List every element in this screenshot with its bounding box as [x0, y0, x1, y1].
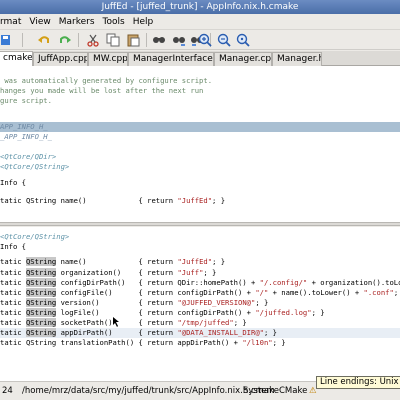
code-line: was automatically generated by configure…	[0, 76, 213, 85]
code-line: tatic QString name() { return "JuffEd"; …	[0, 257, 226, 266]
toolbar-separator	[146, 33, 147, 47]
code-line: hanges you made will be lost after the n…	[0, 86, 204, 95]
find-icon[interactable]	[152, 33, 166, 47]
tab-label: Manager.h	[277, 54, 322, 64]
menu-format[interactable]: rmat	[0, 14, 25, 30]
tab-managerinterface-h[interactable]: ManagerInterface.h	[128, 52, 214, 66]
editor-splitter[interactable]	[0, 222, 400, 226]
code-line: tatic QString configFile() { return conf…	[0, 288, 399, 297]
code-line: tatic QString logFile() { return configD…	[0, 308, 325, 317]
tab-mw-cpp[interactable]: MW.cpp	[88, 52, 128, 66]
copy-icon[interactable]	[106, 33, 120, 47]
code-line: tatic QString translationPath() { return…	[0, 338, 286, 347]
code-line: tatic QString configDirPath() { return Q…	[0, 278, 400, 287]
editor-pane-top[interactable]: was automatically generated by configure…	[0, 66, 400, 222]
line-endings-tooltip: Line endings: Unix	[316, 376, 400, 389]
tab-manager-cpp[interactable]: Manager.cpp	[214, 52, 272, 66]
cut-icon[interactable]	[86, 33, 100, 47]
code-line: tatic QString socketPath() { return "/tm…	[0, 318, 247, 327]
zoom-in-icon[interactable]	[198, 33, 212, 47]
tab-appinfo-cmake[interactable]: cmake	[0, 51, 33, 66]
menubar: rmat View Markers Tools Help	[0, 14, 400, 30]
tab-manager-h[interactable]: Manager.h	[272, 52, 322, 66]
mouse-cursor-icon	[113, 317, 119, 327]
undo-icon[interactable]	[37, 33, 51, 47]
menu-help[interactable]: Help	[129, 14, 158, 30]
menu-markers[interactable]: Markers	[55, 14, 99, 30]
tab-label: JuffApp.cpp	[38, 54, 88, 64]
tab-label: cmake	[3, 53, 33, 63]
zoom-out-icon[interactable]	[217, 33, 231, 47]
tab-juffapp-cpp[interactable]: JuffApp.cpp	[33, 52, 88, 66]
find-next-icon[interactable]	[172, 33, 186, 47]
zoom-reset-icon[interactable]	[236, 33, 250, 47]
code-line: tatic QString organization() { return "J…	[0, 268, 217, 277]
menu-tools[interactable]: Tools	[99, 14, 129, 30]
document-tabs: cmake JuffApp.cpp MW.cpp ManagerInterfac…	[0, 51, 400, 66]
paste-icon[interactable]	[126, 33, 140, 47]
menu-view[interactable]: View	[25, 14, 54, 30]
toolbar-separator	[22, 33, 23, 47]
status-file-path: /home/mrz/data/src/my/juffed/trunk/src/A…	[22, 386, 279, 396]
window-titlebar: JuffEd - [juffed_trunk] - AppInfo.nix.h.…	[0, 0, 400, 14]
tooltip-text: Line endings: Unix	[320, 377, 399, 387]
window-title: JuffEd - [juffed_trunk] - AppInfo.nix.h.…	[101, 2, 299, 12]
code-line: Info {	[0, 242, 26, 251]
status-charset[interactable]: System	[243, 386, 275, 396]
tab-label: Manager.cpp	[219, 54, 272, 64]
status-syntax[interactable]: CMake	[279, 386, 307, 396]
code-line: <QtCore/QDir>	[0, 152, 57, 161]
editor-pane-bottom[interactable]: <QtCore/QString> Info { tatic QString na…	[0, 227, 400, 381]
code-line: tatic QString version() { return "@JUFFE…	[0, 298, 269, 307]
toolbar-separator	[78, 33, 79, 47]
status-line-number: 24	[2, 386, 13, 396]
code-line: APP_INFO_H_	[0, 122, 48, 131]
save-icon[interactable]	[0, 33, 14, 47]
redo-icon[interactable]	[58, 33, 72, 47]
code-line: _APP_INFO_H_	[0, 132, 52, 141]
toolbar	[0, 30, 400, 50]
tab-label: ManagerInterface.h	[133, 54, 214, 64]
code-line: tatic QString name() { return "JuffEd"; …	[0, 196, 226, 205]
code-line: Info {	[0, 178, 26, 187]
current-line: tatic QString appDirPath() { return "@DA…	[0, 328, 400, 338]
tab-label: MW.cpp	[93, 54, 128, 64]
code-line: <QtCore/QString>	[0, 162, 70, 171]
code-line: gure script.	[0, 96, 52, 105]
